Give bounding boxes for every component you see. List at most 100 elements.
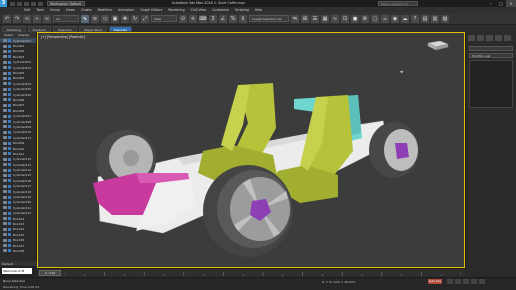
go-to-end-icon[interactable] (479, 279, 485, 284)
angle-snap-icon[interactable]: ∠ (219, 14, 227, 23)
select-by-name-icon[interactable]: ≡ (91, 14, 99, 23)
tab-modeling[interactable]: Modeling (2, 25, 26, 32)
bind-space-warp-icon[interactable]: ≈ (43, 14, 51, 23)
eye-icon[interactable] (3, 114, 7, 118)
tab-selection[interactable]: Selection (53, 25, 77, 32)
menu-item[interactable]: Views (66, 8, 75, 12)
workspace-dropdown[interactable]: Workspace: Default (47, 1, 85, 6)
eye-icon[interactable] (3, 93, 7, 97)
eye-icon[interactable] (3, 103, 7, 107)
previous-frame-icon[interactable] (455, 279, 461, 284)
link-icon[interactable]: ∞ (23, 14, 31, 23)
eye-icon[interactable] (3, 163, 7, 167)
pivot-icon[interactable]: ⊙ (179, 14, 187, 23)
manipulate-icon[interactable]: ✛ (189, 14, 197, 23)
eye-icon[interactable] (3, 200, 7, 204)
eye-icon[interactable] (3, 233, 7, 237)
eye-icon[interactable] (3, 76, 7, 80)
eye-icon[interactable] (3, 125, 7, 129)
keyboard-shortcut-icon[interactable]: ⌨ (199, 14, 207, 23)
eye-icon[interactable] (3, 82, 7, 86)
search-input[interactable]: Type a keyword or phrase (378, 1, 418, 10)
window-crossing-icon[interactable]: ▣ (111, 14, 119, 23)
undo-icon[interactable]: ↶ (3, 14, 11, 23)
eye-icon[interactable] (3, 44, 7, 48)
curve-editor-icon[interactable]: ∿ (331, 14, 339, 23)
open-file-icon[interactable] (17, 1, 22, 6)
hierarchy-tab-icon[interactable] (486, 35, 493, 41)
eye-icon[interactable] (3, 249, 7, 253)
graphite-icon[interactable]: ▦ (321, 14, 329, 23)
rendered-frame-icon[interactable]: ▢ (371, 14, 379, 23)
extra-tool-icon-2[interactable]: ▥ (431, 14, 439, 23)
modify-tab-icon[interactable] (477, 35, 484, 41)
menu-item[interactable]: Edit (24, 8, 30, 12)
eye-icon[interactable] (3, 227, 7, 231)
align-icon[interactable]: ⊞ (301, 14, 309, 23)
play-icon[interactable] (463, 279, 469, 284)
redo-icon[interactable] (38, 1, 43, 6)
motion-tab-icon[interactable] (495, 35, 502, 41)
material-editor-icon[interactable]: ● (351, 14, 359, 23)
maxscript-input[interactable]: Welcome to M (2, 268, 32, 274)
list-item[interactable]: Box018 (0, 248, 36, 253)
render-production-icon[interactable]: ◉ (391, 14, 399, 23)
menu-item[interactable]: Tools (36, 8, 44, 12)
extra-tool-icon[interactable]: ▤ (421, 14, 429, 23)
modifier-stack[interactable] (469, 60, 513, 108)
menu-item[interactable]: Rendering (168, 8, 184, 12)
menu-item[interactable]: Animation (118, 8, 134, 12)
display-tab-icon[interactable] (504, 35, 511, 41)
eye-icon[interactable] (3, 71, 7, 75)
eye-icon[interactable] (3, 147, 7, 150)
tab-populate[interactable]: Populate (109, 25, 133, 32)
maximize-icon[interactable]: □ (496, 0, 506, 7)
eye-icon[interactable] (3, 184, 7, 188)
tab-display[interactable]: Display (16, 33, 31, 37)
schematic-view-icon[interactable]: ⊡ (341, 14, 349, 23)
menu-item[interactable]: Graph Editors (140, 8, 162, 12)
eye-icon[interactable] (3, 244, 7, 248)
eye-icon[interactable] (3, 179, 7, 183)
extra-tool-icon-3[interactable]: ▧ (441, 14, 449, 23)
modifier-list-dropdown[interactable]: Modifier List (469, 53, 513, 58)
eye-icon[interactable] (3, 120, 7, 124)
menu-item[interactable]: Civil View (191, 8, 206, 12)
eye-icon[interactable] (3, 141, 7, 145)
timeline-ticks[interactable] (65, 272, 461, 276)
snap-icon[interactable]: 3 (209, 14, 217, 23)
mirror-icon[interactable]: ⇋ (291, 14, 299, 23)
menu-item[interactable]: Customize (212, 8, 229, 12)
scale-icon[interactable]: ⤢ (141, 14, 149, 23)
reference-coordinate-dropdown[interactable]: View (151, 15, 177, 22)
redo-icon[interactable]: ↷ (13, 14, 21, 23)
eye-icon[interactable] (3, 190, 7, 194)
eye-icon[interactable] (3, 49, 7, 53)
tab-select[interactable]: Select (2, 33, 15, 37)
render-setup-icon[interactable]: ⚙ (361, 14, 369, 23)
menu-item[interactable]: Help (255, 8, 262, 12)
next-frame-icon[interactable] (471, 279, 477, 284)
rotate-icon[interactable]: ↻ (131, 14, 139, 23)
eye-icon[interactable] (3, 109, 7, 113)
eye-icon[interactable] (3, 173, 7, 177)
eye-icon[interactable] (3, 136, 7, 140)
menu-item[interactable]: Create (81, 8, 92, 12)
eye-icon[interactable] (3, 211, 7, 215)
eye-icon[interactable] (3, 206, 7, 210)
tab-freeform[interactable]: Freeform (27, 25, 52, 32)
eye-icon[interactable] (3, 130, 7, 134)
create-tab-icon[interactable] (468, 35, 475, 41)
a360-icon[interactable]: ☁ (401, 14, 409, 23)
move-icon[interactable]: ✥ (121, 14, 129, 23)
eye-icon[interactable] (3, 168, 7, 172)
eye-icon[interactable] (3, 222, 7, 226)
eye-icon[interactable] (3, 217, 7, 221)
object-name-field[interactable] (469, 46, 513, 51)
tab-object-paint[interactable]: Object Paint (78, 25, 108, 32)
eye-icon[interactable] (3, 238, 7, 242)
eye-icon[interactable] (3, 39, 7, 43)
layer-icon[interactable]: ☰ (311, 14, 319, 23)
rectangular-selection-icon[interactable]: ▭ (101, 14, 109, 23)
eye-icon[interactable] (3, 157, 7, 161)
